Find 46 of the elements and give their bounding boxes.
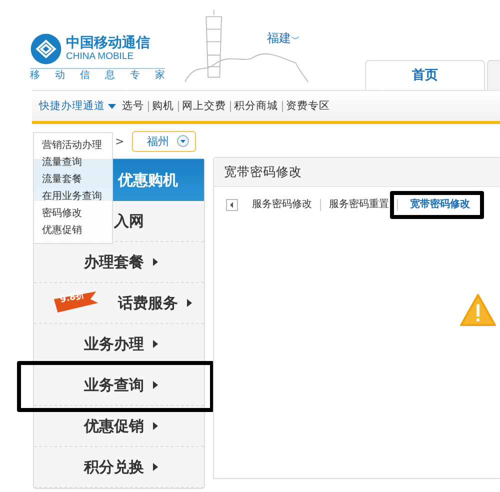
arrow-icon — [153, 463, 158, 471]
nav-link[interactable]: 积分商城 — [234, 100, 283, 112]
arrow-icon — [153, 422, 158, 430]
nav-link[interactable]: 资费专区 — [286, 99, 334, 113]
nav-link[interactable]: 购机 — [152, 100, 179, 112]
logo-name-en: CHINA MOBILE — [66, 51, 135, 63]
caret-icon — [108, 104, 116, 108]
logo-icon — [30, 33, 62, 65]
arrow-icon — [153, 340, 158, 348]
sidebar-item[interactable]: 办理套餐 — [84, 242, 158, 282]
sidebar-item[interactable]: 优惠促销 — [84, 406, 158, 446]
scroll-left-button[interactable] — [226, 199, 238, 211]
slogan-char: 信 — [80, 69, 90, 82]
nav-tab[interactable]: 首页 — [365, 60, 485, 90]
menu-item[interactable]: 流量套餐 — [42, 171, 112, 188]
sidebar-item[interactable]: 入网 — [114, 201, 158, 241]
panel-tab[interactable]: 服务密码修改 — [252, 199, 312, 210]
quick-nav-menu[interactable]: 快捷办理通道 — [39, 99, 116, 113]
panel-tab[interactable]: 宽带密码修改 — [406, 199, 474, 210]
slogan-char: 家 — [155, 69, 165, 82]
panel-tab[interactable]: 服务密码重置 — [329, 199, 389, 210]
region-selector[interactable]: 福建﹀ — [267, 30, 300, 47]
nav-link[interactable]: 选号 — [122, 100, 149, 112]
menu-item[interactable]: 密码修改 — [42, 205, 112, 222]
ribbon-icon — [52, 289, 100, 315]
warning-icon — [459, 293, 497, 327]
menu-item[interactable]: 营销活动办理 — [42, 137, 112, 154]
slogan-char: 息 — [105, 69, 115, 82]
slogan-char: 动 — [55, 69, 65, 82]
arrow-icon — [187, 299, 192, 307]
discount-label: 9.8折 — [59, 290, 86, 306]
logo-name: 中国移动通信 — [66, 35, 150, 51]
sidebar-item[interactable]: 业务查询 — [84, 365, 158, 405]
arrow-icon — [153, 258, 158, 266]
sidebar-item[interactable]: 积分兑换 — [84, 447, 158, 487]
breadcrumb-separator: > — [115, 134, 124, 148]
menu-item[interactable]: 优惠促销 — [42, 222, 112, 239]
slogan-char: 移 — [30, 69, 40, 82]
panel-title: 宽带密码修改 — [214, 158, 500, 187]
nav-link[interactable]: 网上交费 — [182, 100, 231, 112]
dropdown-icon — [177, 135, 190, 147]
sidebar-item[interactable]: 业务办理 — [84, 324, 158, 364]
city-selector[interactable]: 福州 — [132, 130, 196, 152]
slogan-char: 专 — [130, 69, 140, 82]
arrow-icon — [153, 381, 158, 389]
sidebar-item[interactable]: 话费服务 — [118, 283, 192, 323]
